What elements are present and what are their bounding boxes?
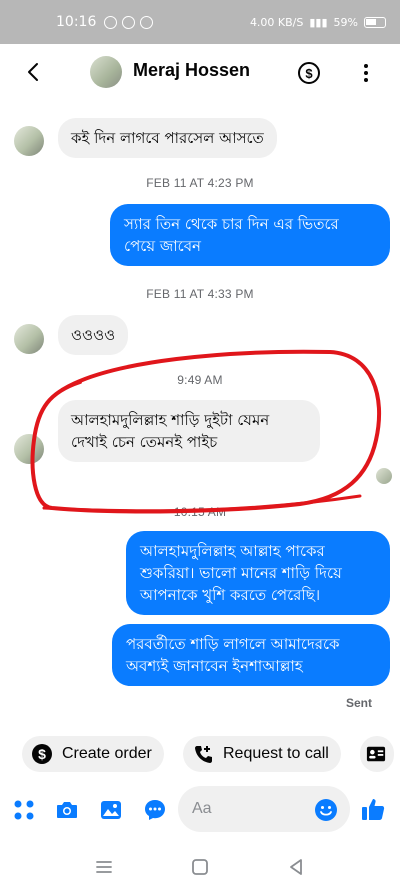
notification-icon bbox=[122, 15, 136, 29]
request-to-call-button[interactable]: Request to call bbox=[183, 736, 341, 772]
more-icon[interactable] bbox=[358, 62, 374, 84]
timestamp: 9:49 AM bbox=[177, 373, 223, 387]
message-text: পেয়ে জাবেন bbox=[124, 237, 201, 255]
camera-icon[interactable] bbox=[55, 798, 79, 822]
phone-plus-icon bbox=[195, 746, 212, 763]
timestamp: FEB 11 AT 4:33 PM bbox=[146, 287, 254, 301]
dollar-icon[interactable]: $ bbox=[298, 62, 320, 84]
status-bar: 10:16 4.00 KB/S ▮▮▮ 59% bbox=[0, 0, 400, 44]
message-text: অবশ্যই জানাবেন ইনশাআল্লাহ bbox=[126, 657, 303, 675]
battery-icon bbox=[364, 16, 386, 28]
contact-card-icon bbox=[366, 746, 386, 762]
emoji-icon[interactable] bbox=[315, 799, 337, 821]
message-text: পরবর্তীতে শাড়ি লাগলে আমাদেরকে bbox=[126, 635, 340, 653]
timestamp: FEB 11 AT 4:23 PM bbox=[146, 176, 254, 190]
message-bubble[interactable]: পরবর্তীতে শাড়ি লাগলে আমাদেরকে অবশ্যই জা… bbox=[112, 624, 390, 686]
request-to-call-label: Request to call bbox=[223, 745, 329, 762]
chat-header: Meraj Hossen $ bbox=[0, 44, 400, 102]
create-order-label: Create order bbox=[62, 745, 152, 762]
composer bbox=[0, 784, 400, 836]
create-order-button[interactable]: $ Create order bbox=[22, 736, 164, 772]
network-speed: 4.00 KB/S bbox=[249, 15, 304, 29]
notification-icon bbox=[140, 15, 154, 29]
message-bubble[interactable]: আলহামদুলিল্লাহ শাড়ি দুইটা যেমন দেখাই চে… bbox=[58, 400, 320, 462]
notification-icons bbox=[104, 15, 154, 29]
seen-avatar bbox=[376, 468, 392, 484]
status-right: 4.00 KB/S ▮▮▮ 59% bbox=[250, 16, 386, 29]
signal-icon: ▮▮▮ bbox=[309, 15, 328, 29]
notification-icon bbox=[104, 15, 118, 29]
delivery-status: Sent bbox=[346, 696, 373, 710]
message-text: আপনাকে খুশি করতে পেরেছি। bbox=[140, 586, 321, 604]
battery-percent: 59% bbox=[333, 15, 358, 29]
message-text: আলহামদুলিল্লাহ শাড়ি দুইটা যেমন bbox=[71, 411, 270, 429]
recent-apps-icon[interactable] bbox=[94, 857, 114, 877]
message-text: স্যার তিন থেকে চার দিন এর ভিতরে bbox=[124, 215, 339, 233]
system-navigation-bar bbox=[0, 845, 400, 889]
chat-bubble-icon[interactable] bbox=[143, 798, 167, 822]
message-text: কই দিন লাগবে পারসেল আসতে bbox=[71, 129, 264, 147]
svg-text:$: $ bbox=[38, 746, 46, 762]
message-bubble[interactable]: আলহামদুলিল্লাহ আল্লাহ পাকের শুকরিয়া। ভা… bbox=[126, 531, 390, 615]
message-text: দেখাই চেন তেমনই পাইচ bbox=[71, 433, 218, 451]
thumbs-up-icon[interactable] bbox=[360, 796, 386, 822]
message-text: আলহামদুলিল্লাহ আল্লাহ পাকের bbox=[140, 542, 325, 560]
avatar[interactable] bbox=[90, 56, 122, 88]
back-nav-icon[interactable] bbox=[286, 857, 306, 877]
message-bubble[interactable]: স্যার তিন থেকে চার দিন এর ভিতরে পেয়ে জা… bbox=[110, 204, 390, 266]
contact-name[interactable]: Meraj Hossen bbox=[133, 60, 250, 81]
status-time: 10:16 bbox=[56, 14, 97, 30]
contact-card-button[interactable] bbox=[360, 736, 394, 772]
message-bubble[interactable]: ওওওও bbox=[58, 315, 129, 355]
avatar bbox=[14, 126, 44, 156]
dollar-circle-icon: $ bbox=[32, 744, 52, 764]
avatar bbox=[14, 434, 44, 464]
message-text: ওওওও bbox=[71, 326, 116, 344]
message-text: শুকরিয়া। ভালো মানের শাড়ি দিয়ে bbox=[140, 564, 342, 582]
avatar bbox=[14, 324, 44, 354]
back-arrow-icon[interactable] bbox=[22, 60, 46, 84]
home-icon[interactable] bbox=[190, 857, 210, 877]
gallery-icon[interactable] bbox=[99, 798, 123, 822]
message-bubble[interactable]: কই দিন লাগবে পারসেল আসতে bbox=[58, 118, 277, 158]
apps-icon[interactable] bbox=[12, 798, 36, 822]
timestamp: 10:15 AM bbox=[173, 505, 227, 519]
